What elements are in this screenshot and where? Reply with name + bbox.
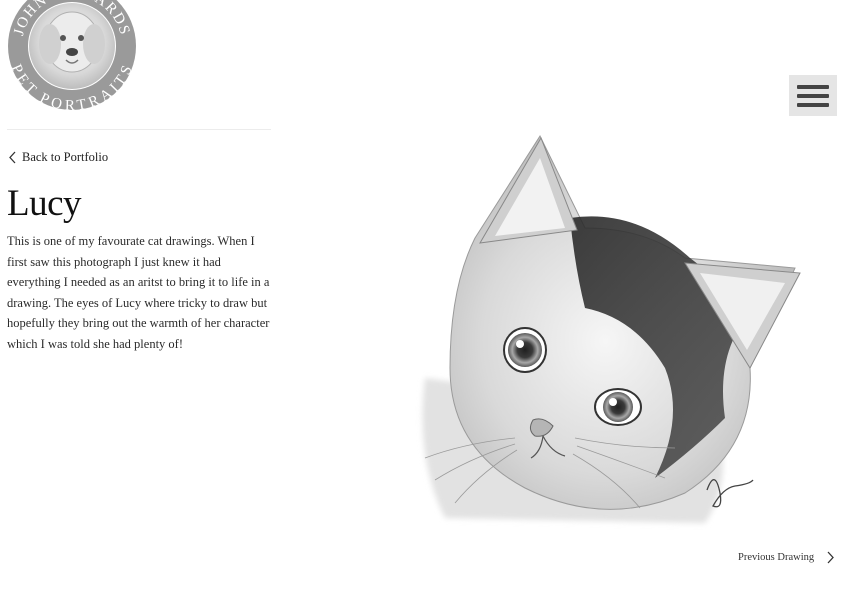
- logo-emblem-icon: JOHN RICHARDS PET PORTRAITS: [8, 0, 136, 114]
- menu-button[interactable]: [789, 75, 837, 116]
- site-logo[interactable]: JOHN RICHARDS PET PORTRAITS: [6, 0, 138, 114]
- previous-drawing-label: Previous Drawing: [738, 552, 815, 563]
- divider: [7, 129, 271, 130]
- previous-drawing-link[interactable]: Previous Drawing: [738, 551, 835, 564]
- menu-bar: [797, 85, 829, 89]
- artwork-description: This is one of my favourate cat drawings…: [7, 234, 270, 351]
- artwork-title: Lucy: [7, 183, 82, 224]
- menu-bar: [797, 103, 829, 107]
- back-to-portfolio-link[interactable]: Back to Portfolio: [8, 150, 108, 165]
- back-link-label: Back to Portfolio: [22, 150, 109, 164]
- chevron-left-icon: [9, 151, 16, 164]
- cat-drawing-image: [355, 118, 835, 536]
- menu-bar: [797, 94, 829, 98]
- page: JOHN RICHARDS PET PORTRAITS Back to Port…: [0, 0, 842, 595]
- chevron-right-icon: [827, 551, 835, 564]
